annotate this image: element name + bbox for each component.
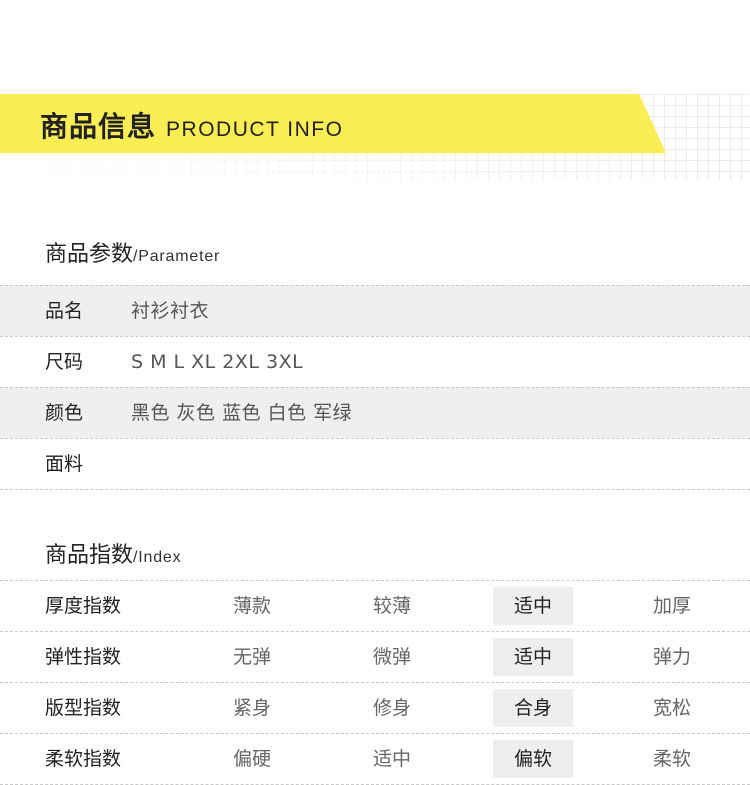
- index-option-selected: 合身: [493, 689, 573, 727]
- index-option: 修身: [372, 697, 411, 719]
- param-label: 品名: [45, 300, 84, 322]
- index-title-cn: 商品指数: [45, 543, 134, 568]
- parameter-section-title: 商品参数 /Parameter: [45, 236, 220, 268]
- param-value: S M L XL 2XL 3XL: [131, 351, 304, 373]
- parameter-title-cn: 商品参数: [45, 242, 134, 267]
- page-title: 商品信息 PRODUCT INFO: [40, 105, 344, 143]
- parameter-table: 品名 衬衫衬衣 尺码 S M L XL 2XL 3XL 颜色 黑色 灰色 蓝色 …: [0, 285, 750, 490]
- index-option: 紧身: [232, 697, 271, 719]
- index-row-softness: 柔软指数 偏硬 适中 偏软 柔软: [0, 733, 750, 785]
- index-option: 薄款: [232, 595, 271, 617]
- param-row-name: 品名 衬衫衬衣: [0, 285, 750, 336]
- index-option-selected: 适中: [493, 587, 573, 625]
- header-banner: 商品信息 PRODUCT INFO: [0, 94, 750, 184]
- parameter-title-en: /Parameter: [133, 248, 221, 265]
- index-label: 厚度指数: [45, 595, 122, 617]
- index-option-selected: 适中: [493, 638, 573, 676]
- index-option: 弹力: [652, 646, 691, 668]
- index-option: 偏硬: [232, 748, 271, 770]
- index-row-thickness: 厚度指数 薄款 较薄 适中 加厚: [0, 580, 750, 631]
- index-option: 较薄: [372, 595, 411, 617]
- index-label: 版型指数: [45, 697, 122, 719]
- param-value: 衬衫衬衣: [131, 300, 210, 322]
- page-title-en: PRODUCT INFO: [166, 118, 344, 141]
- param-value: 黑色 灰色 蓝色 白色 军绿: [131, 402, 353, 424]
- index-option: 微弹: [372, 646, 411, 668]
- index-option: 无弹: [232, 646, 271, 668]
- index-label: 柔软指数: [45, 748, 122, 770]
- index-option: 加厚: [652, 595, 691, 617]
- param-row-fabric: 面料: [0, 438, 750, 490]
- index-table: 厚度指数 薄款 较薄 适中 加厚 弹性指数 无弹 微弹 适中 弹力 版型指数 紧…: [0, 580, 750, 785]
- index-option: 柔软: [652, 748, 691, 770]
- param-label: 面料: [45, 453, 84, 475]
- index-option: 宽松: [652, 697, 691, 719]
- param-label: 尺码: [45, 351, 84, 373]
- index-title-en: /Index: [133, 549, 182, 566]
- param-row-size: 尺码 S M L XL 2XL 3XL: [0, 336, 750, 387]
- index-row-fit: 版型指数 紧身 修身 合身 宽松: [0, 682, 750, 733]
- param-label: 颜色: [45, 402, 84, 424]
- index-option-selected: 偏软: [493, 740, 573, 778]
- index-row-elasticity: 弹性指数 无弹 微弹 适中 弹力: [0, 631, 750, 682]
- index-option: 适中: [372, 748, 411, 770]
- param-row-color: 颜色 黑色 灰色 蓝色 白色 军绿: [0, 387, 750, 438]
- index-section-title: 商品指数 /Index: [45, 537, 181, 569]
- index-label: 弹性指数: [45, 646, 122, 668]
- page-title-cn: 商品信息: [40, 110, 157, 143]
